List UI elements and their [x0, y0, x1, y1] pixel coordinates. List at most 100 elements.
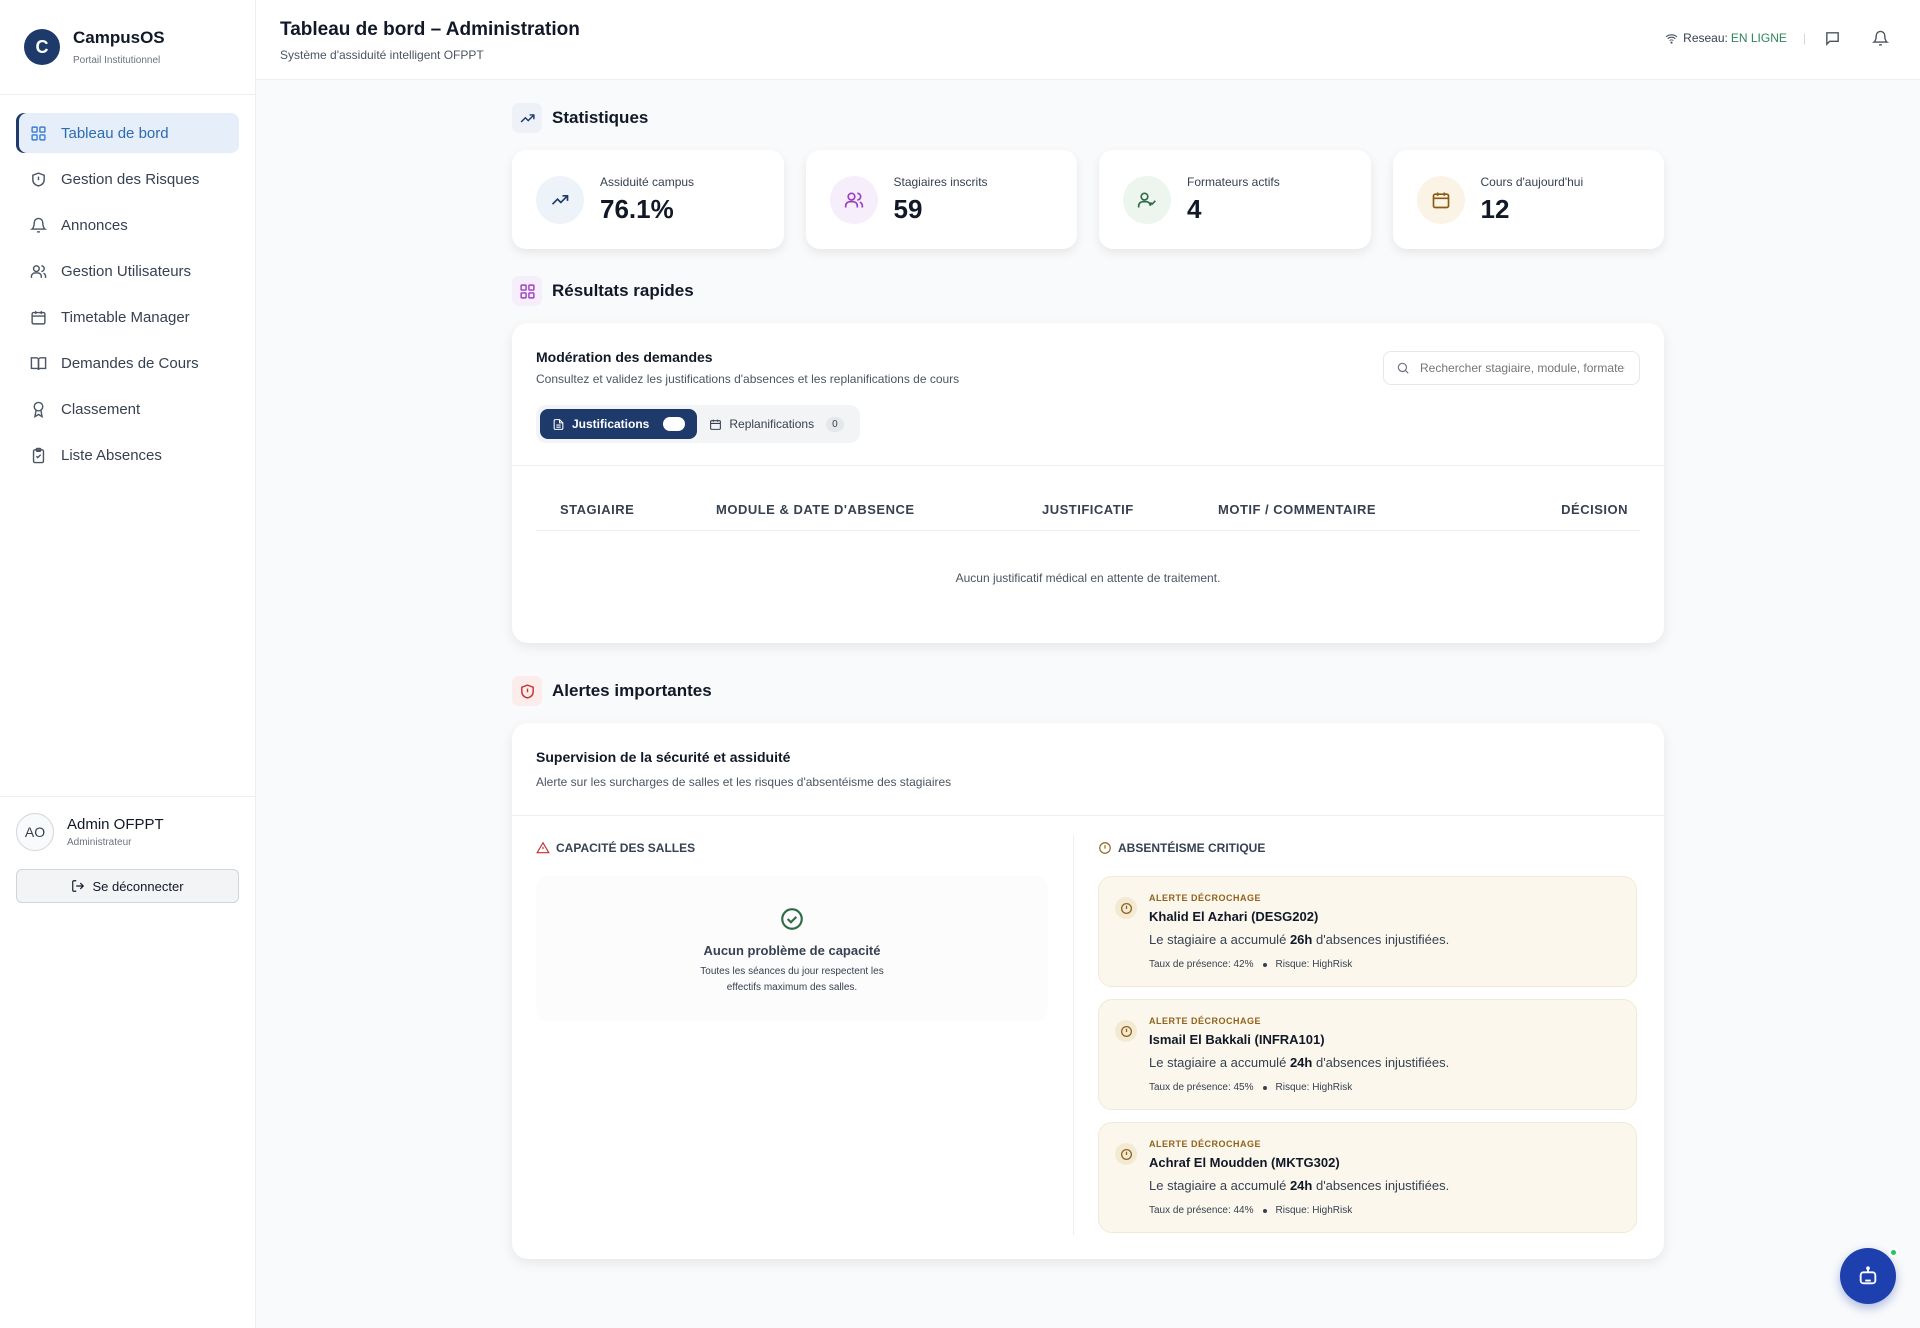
stat-value: 4: [1187, 193, 1202, 224]
alert-meta: Taux de présence: 45% Risque: HighRisk: [1149, 1082, 1352, 1093]
calendar-icon: [1416, 175, 1465, 224]
column-header: STAGIAIRE: [560, 502, 635, 517]
capacity-title: CAPACITÉ DES SALLES: [556, 841, 696, 855]
sidebar-item-label: Liste Absences: [61, 446, 162, 464]
moderation-title: Modération des demandes: [536, 349, 713, 365]
alert-item[interactable]: ALERTE DÉCROCHAGE Ismail El Bakkali (INF…: [1098, 999, 1637, 1110]
alert-item[interactable]: ALERTE DÉCROCHAGE Achraf El Moudden (MKT…: [1098, 1122, 1637, 1233]
capacity-ok-box: Aucun problème de capacité Toutes les sé…: [536, 876, 1048, 1021]
grid-icon: [512, 276, 542, 306]
sidebar-item-label: Classement: [61, 400, 141, 418]
column-header: JUSTIFICATIF: [1042, 502, 1134, 517]
alert-text: Le stagiaire a accumulé 26h d'absences i…: [1149, 932, 1449, 947]
search-input[interactable]: [1420, 361, 1625, 375]
sidebar-item-gestion-des-risques[interactable]: Gestion des Risques: [16, 159, 239, 199]
stat-label: Assiduité campus: [600, 174, 695, 189]
empty-state-message: Aucun justificatif médical en attente de…: [955, 571, 1221, 585]
grid-icon: [28, 123, 48, 143]
logout-label: Se déconnecter: [92, 878, 184, 894]
sidebar-item-label: Timetable Manager: [61, 308, 190, 326]
clipboard-icon: [28, 445, 48, 465]
brand-logo: C: [24, 29, 60, 65]
sidebar-nav: Tableau de bord Gestion des Risques Anno…: [0, 95, 255, 475]
statistics-section-header: Statistiques: [512, 102, 1664, 134]
tab-replanifications[interactable]: Replanifications 0: [697, 409, 855, 439]
section-title: Statistiques: [552, 108, 649, 127]
award-icon: [28, 399, 48, 419]
online-indicator: [1889, 1248, 1898, 1257]
alert-hours: 24h: [1289, 1178, 1313, 1193]
page-title: Tableau de bord – Administration: [280, 19, 580, 40]
column-header: MOTIF / COMMENTAIRE: [1218, 502, 1377, 517]
brand-name: CampusOS: [73, 28, 165, 47]
users-icon: [829, 175, 878, 224]
logout-button[interactable]: Se déconnecter: [16, 869, 239, 903]
alert-text-before: Le stagiaire a accumulé: [1149, 1055, 1287, 1070]
alert-text-after: d'absences injustifiées.: [1315, 932, 1450, 947]
stat-label: Formateurs actifs: [1187, 174, 1280, 189]
bell-icon: [28, 215, 48, 235]
alert-circle-icon: [1115, 1020, 1137, 1042]
alert-meta: Taux de présence: 44% Risque: HighRisk: [1149, 1205, 1352, 1216]
brand-subtitle: Portail Institutionnel: [73, 55, 161, 66]
alert-text-before: Le stagiaire a accumulé: [1149, 1178, 1287, 1193]
main-content: Statistiques Assiduité campus 76.1% Stag…: [512, 80, 1664, 1259]
column-divider: [1073, 835, 1074, 1235]
bot-icon: [1859, 1266, 1877, 1285]
calendar-icon: [710, 419, 722, 430]
supervision-title: Supervision de la sécurité et assiduité: [536, 749, 791, 765]
divider: [512, 465, 1664, 466]
alert-student-name: Khalid El Azhari (DESG202): [1149, 909, 1319, 924]
sidebar-item-gestion-utilisateurs[interactable]: Gestion Utilisateurs: [16, 251, 239, 291]
count-badge: 0: [826, 416, 844, 432]
sidebar-item-label: Annonces: [61, 216, 128, 234]
chatbot-button[interactable]: [1840, 1248, 1896, 1304]
tab-label: Replanifications: [729, 417, 815, 431]
alert-text-before: Le stagiaire a accumulé: [1149, 932, 1287, 947]
wifi-icon: [1664, 28, 1678, 48]
presence-rate: Taux de présence: 45%: [1149, 1082, 1254, 1093]
alert-text: Le stagiaire a accumulé 24h d'absences i…: [1149, 1178, 1449, 1193]
divider: [512, 815, 1664, 816]
trending-up-icon: [536, 175, 584, 224]
absenteeism-title: ABSENTÉISME CRITIQUE: [1118, 841, 1266, 855]
tab-justifications[interactable]: Justifications: [540, 409, 698, 439]
alert-hours: 24h: [1289, 1055, 1313, 1070]
calendar-icon: [28, 307, 48, 327]
alerts-section-header: Alertes importantes: [512, 675, 1664, 707]
book-icon: [28, 353, 48, 373]
section-title: Alertes importantes: [552, 681, 712, 700]
stat-label: Cours d'aujourd'hui: [1480, 174, 1584, 189]
sidebar-item-label: Gestion Utilisateurs: [61, 262, 192, 280]
warning-icon: [536, 841, 550, 854]
supervision-description: Alerte sur les surcharges de salles et l…: [536, 775, 952, 789]
alert-text-after: d'absences injustifiées.: [1315, 1178, 1450, 1193]
sidebar-item-demandes-de-cours[interactable]: Demandes de Cours: [16, 343, 239, 383]
column-header: DÉCISION: [1561, 502, 1628, 517]
alert-hours: 26h: [1289, 932, 1313, 947]
network-status: EN LIGNE: [1730, 31, 1787, 45]
sidebar-item-timetable-manager[interactable]: Timetable Manager: [16, 297, 239, 337]
alert-circle-icon: [1115, 897, 1137, 919]
alert-student-name: Achraf El Moudden (MKTG302): [1149, 1155, 1340, 1170]
trending-up-icon: [512, 103, 542, 133]
bullet: [1262, 1208, 1267, 1213]
alert-item[interactable]: ALERTE DÉCROCHAGE Khalid El Azhari (DESG…: [1098, 876, 1637, 987]
file-icon: [553, 418, 564, 430]
stat-value: 76.1%: [600, 193, 674, 224]
sidebar-item-tableau-de-bord[interactable]: Tableau de bord: [16, 113, 239, 153]
brand: C CampusOS Portail Institutionnel: [0, 0, 255, 95]
header-separator: |: [1802, 31, 1806, 45]
results-section-header: Résultats rapides: [512, 275, 1664, 307]
sidebar-item-classement[interactable]: Classement: [16, 389, 239, 429]
section-title: Résultats rapides: [552, 281, 694, 300]
bell-icon[interactable]: [1870, 28, 1890, 48]
sidebar-item-liste-absences[interactable]: Liste Absences: [16, 435, 239, 475]
network-label: Reseau:: [1683, 31, 1728, 45]
alert-student-name: Ismail El Bakkali (INFRA101): [1149, 1032, 1325, 1047]
stat-value: 59: [893, 193, 923, 224]
message-icon[interactable]: [1822, 28, 1842, 48]
user-name: Admin OFPPT: [67, 816, 164, 833]
sidebar-item-annonces[interactable]: Annonces: [16, 205, 239, 245]
alert-text: Le stagiaire a accumulé 24h d'absences i…: [1149, 1055, 1449, 1070]
